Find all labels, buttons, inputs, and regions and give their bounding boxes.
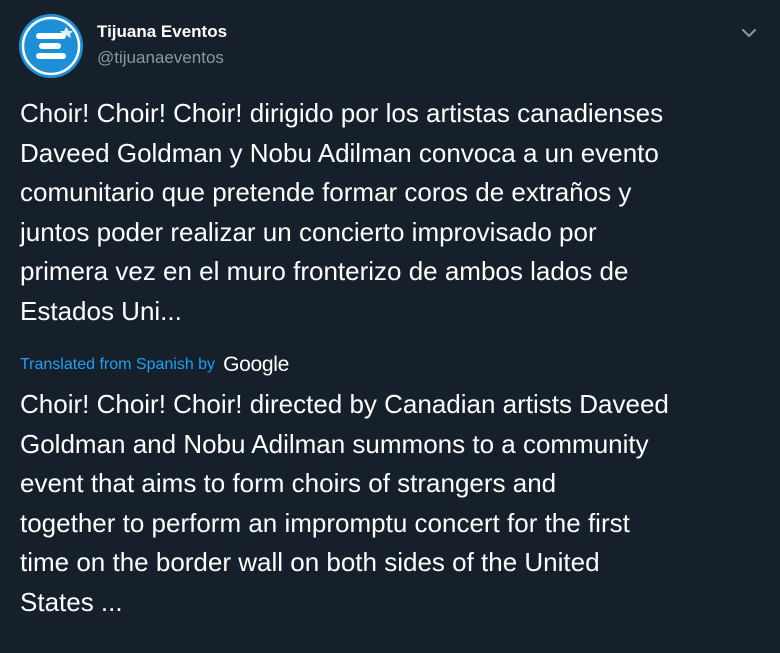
translation-attribution: Translated from Spanish by Google [20,351,289,379]
display-name[interactable]: Tijuana Eventos [97,22,227,42]
tweet-text: Choir! Choir! Choir! dirigido por los ar… [20,98,664,326]
tweet-card: Tijuana Eventos @tijuanaeventos Choir! C… [0,0,780,653]
user-handle[interactable]: @tijuanaeventos [97,48,224,68]
google-logo: Google [223,353,289,376]
translated-tweet-text: Choir! Choir! Choir! directed by Canadia… [20,389,669,617]
avatar[interactable] [19,14,83,78]
chevron-down-icon[interactable] [738,24,760,42]
tijuana-eventos-logo-icon [19,14,83,78]
translated-from-link[interactable]: Translated from Spanish by [20,356,215,374]
